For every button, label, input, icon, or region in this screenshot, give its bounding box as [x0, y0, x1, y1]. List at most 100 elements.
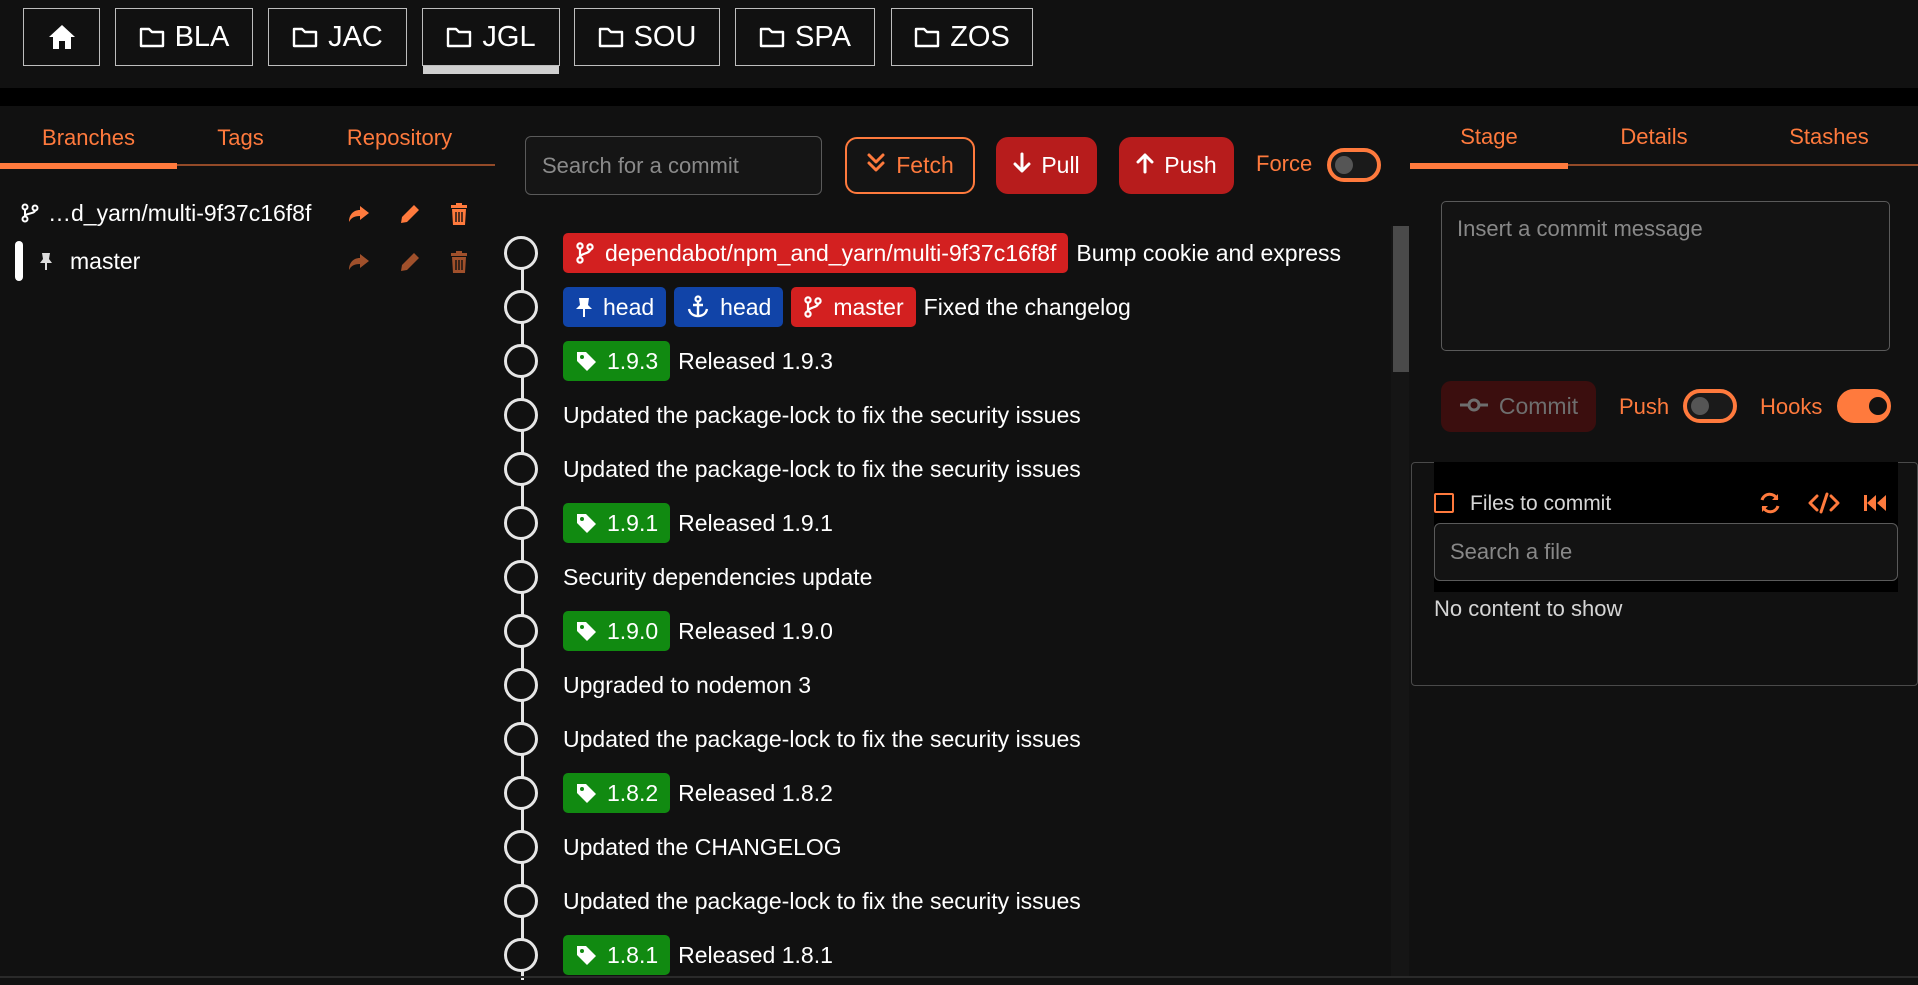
fetch-label: Fetch [896, 152, 954, 178]
commit-message: Updated the package-lock to fix the secu… [563, 455, 1081, 482]
toggle-knob [1335, 156, 1353, 174]
commit-row[interactable]: Updated the package-lock to fix the secu… [500, 712, 1390, 766]
fetch-button[interactable]: Fetch [845, 137, 975, 194]
commit-node [504, 884, 538, 918]
ref-label: 1.9.3 [607, 347, 659, 374]
repo-tab-zos[interactable]: ZOS [891, 8, 1033, 66]
ref-label: head [720, 293, 772, 320]
commit-node [504, 452, 538, 486]
hooks-label: Hooks [1760, 394, 1823, 419]
delete-trash-icon[interactable] [446, 249, 472, 275]
hooks-toggle[interactable] [1837, 389, 1891, 423]
repo-tab-spa[interactable]: SPA [735, 8, 875, 66]
rename-pencil-icon[interactable] [397, 249, 423, 275]
commit-row-content: Security dependencies update [563, 550, 872, 604]
refresh-icon[interactable] [1757, 491, 1783, 515]
arrow-down-icon [1013, 152, 1031, 180]
branch-icon [20, 203, 40, 223]
commit-row[interactable]: Updated the package-lock to fix the secu… [500, 442, 1390, 496]
commit-message: Released 1.8.2 [678, 779, 833, 806]
tab-details[interactable]: Details [1568, 106, 1740, 168]
ref-badge-tag[interactable]: 1.8.2 [563, 773, 671, 813]
ref-badge-tag[interactable]: 1.9.1 [563, 503, 671, 543]
commit-row[interactable]: 1.8.2 Released 1.8.2 [500, 766, 1390, 820]
commit-message: Released 1.9.3 [678, 347, 833, 374]
tag-icon [575, 620, 597, 642]
commit-message: Released 1.9.0 [678, 617, 833, 644]
commit-node [504, 398, 538, 432]
repo-tab-sou[interactable]: SOU [574, 8, 720, 66]
commit-row-content: Updated the package-lock to fix the secu… [563, 874, 1081, 928]
reset-backward-icon[interactable] [1862, 491, 1888, 515]
code-icon[interactable] [1808, 491, 1840, 515]
folder-icon [759, 26, 785, 48]
ref-badge-tag[interactable]: 1.9.0 [563, 611, 671, 651]
file-search-input[interactable] [1434, 523, 1898, 581]
folder-icon [914, 26, 940, 48]
commit-row-content: Updated the CHANGELOG [563, 820, 842, 874]
ref-badge-tag[interactable]: 1.8.1 [563, 935, 671, 975]
home-tab[interactable] [23, 8, 100, 66]
checkout-arrow-icon[interactable] [346, 249, 372, 275]
commit-row-content: 1.8.2 Released 1.8.2 [563, 766, 833, 820]
repo-tab-label: ZOS [950, 20, 1010, 53]
commit-row-content: 1.8.1 Released 1.8.1 [563, 928, 833, 982]
ref-badge-pin[interactable]: head [563, 287, 667, 327]
tag-icon [575, 350, 597, 372]
commit-row-content: head head master Fixed the changelog [563, 280, 1131, 334]
toolbar-divider [0, 88, 1918, 106]
ref-badge-tag[interactable]: 1.9.3 [563, 341, 671, 381]
ref-badge-anchor[interactable]: head [674, 287, 784, 327]
repo-tab-jac[interactable]: JAC [268, 8, 407, 66]
branch-name: …d_yarn/multi-9f37c16f8f [48, 199, 312, 226]
commit-row[interactable]: Upgraded to nodemon 3 [500, 658, 1390, 712]
commit-row[interactable]: 1.9.0 Released 1.9.0 [500, 604, 1390, 658]
commit-row[interactable]: Updated the CHANGELOG [500, 820, 1390, 874]
force-toggle[interactable] [1327, 148, 1381, 182]
commit-message: Updated the package-lock to fix the secu… [563, 725, 1081, 752]
commit-row[interactable]: 1.9.3 Released 1.9.3 [500, 334, 1390, 388]
commit-row[interactable]: Updated the package-lock to fix the secu… [500, 874, 1390, 928]
scrollbar-thumb[interactable] [1393, 226, 1409, 372]
commit-row[interactable]: Updated the package-lock to fix the secu… [500, 388, 1390, 442]
force-label: Force [1256, 151, 1313, 176]
commit-row[interactable]: Security dependencies update [500, 550, 1390, 604]
commit-row[interactable]: 1.9.1 Released 1.9.1 [500, 496, 1390, 550]
pull-button[interactable]: Pull [996, 137, 1097, 194]
commit-row[interactable]: 1.8.1 Released 1.8.1 [500, 928, 1390, 982]
repo-tab-jgl[interactable]: JGL [422, 8, 560, 74]
commit-node [504, 290, 538, 324]
tab-stage[interactable]: Stage [1410, 106, 1568, 168]
commit-row[interactable]: head head master Fixed the changelog [500, 280, 1390, 334]
branch-item-dependabot[interactable]: …d_yarn/multi-9f37c16f8f [0, 193, 495, 233]
repo-tab-label: JGL [482, 20, 536, 53]
commit-search-input[interactable] [525, 136, 822, 195]
commit-row[interactable]: dependabot/npm_and_yarn/multi-9f37c16f8f… [500, 226, 1390, 280]
tab-repository[interactable]: Repository [304, 106, 495, 170]
tab-tags[interactable]: Tags [177, 106, 304, 170]
commit-message: Released 1.9.1 [678, 509, 833, 536]
commit-label: Commit [1498, 393, 1579, 419]
push-button[interactable]: Push [1119, 137, 1234, 194]
commit-button[interactable]: Commit [1441, 381, 1596, 432]
tab-branches[interactable]: Branches [0, 106, 177, 170]
branch-item-master[interactable]: master [0, 241, 495, 281]
commit-message-field[interactable] [1441, 201, 1890, 351]
folder-icon [292, 26, 318, 48]
tag-icon [575, 512, 597, 534]
push-after-commit-toggle[interactable] [1683, 389, 1737, 423]
checkout-arrow-icon[interactable] [346, 201, 372, 227]
branch-icon [803, 296, 823, 318]
folder-icon [598, 26, 624, 48]
ref-badge-branch[interactable]: dependabot/npm_and_yarn/multi-9f37c16f8f [563, 233, 1069, 273]
commit-node [504, 668, 538, 702]
repo-tab-bla[interactable]: BLA [115, 8, 253, 66]
commit-row-content: Updated the package-lock to fix the secu… [563, 442, 1081, 496]
delete-trash-icon[interactable] [446, 201, 472, 227]
rename-pencil-icon[interactable] [397, 201, 423, 227]
push-after-commit-label: Push [1619, 394, 1670, 419]
tab-stashes[interactable]: Stashes [1740, 106, 1918, 168]
arrow-up-icon [1136, 152, 1154, 180]
select-all-files-checkbox[interactable] [1434, 493, 1454, 513]
ref-badge-branch[interactable]: master [791, 287, 916, 327]
